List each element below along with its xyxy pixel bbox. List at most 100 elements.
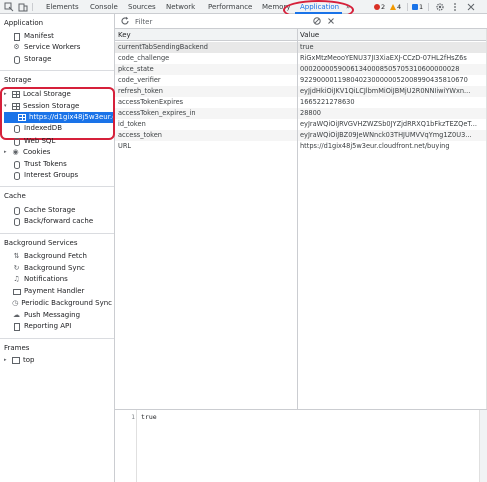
sidebar-item-back-forward-cache[interactable]: Back/forward cache	[12, 216, 112, 227]
inspect-element-icon[interactable]	[4, 2, 14, 12]
line-gutter: 1	[115, 410, 137, 482]
close-icon[interactable]	[466, 2, 476, 12]
sidebar-item-background-fetch[interactable]: ⇅ Background Fetch	[12, 251, 112, 262]
row-value: 1665221278630	[300, 98, 355, 106]
sidebar-item-label: IndexedDB	[24, 124, 62, 132]
sidebar-item-manifest[interactable]: Manifest	[12, 31, 112, 42]
sidebar-item-label: Background Fetch	[24, 252, 87, 260]
column-divider[interactable]	[297, 29, 298, 409]
database-icon	[12, 137, 21, 146]
row-key: refresh_token	[118, 87, 163, 95]
sidebar-item-label: top	[23, 356, 35, 364]
sidebar-item-push-messaging[interactable]: ☁ Push Messaging	[12, 310, 112, 321]
device-toolbar-icon[interactable]	[18, 2, 28, 12]
sidebar-item-frame-top[interactable]: ▸ top	[4, 355, 112, 366]
table-row[interactable]: accessToken_expires_in 28800	[115, 108, 487, 119]
database-icon	[12, 217, 21, 226]
table-row[interactable]: currentTabSendingBackend true	[115, 42, 487, 53]
sidebar-item-label: Cookies	[23, 148, 51, 156]
refresh-icon[interactable]	[120, 16, 130, 26]
error-icon	[374, 4, 380, 10]
tab-performance[interactable]: Performance	[208, 1, 252, 13]
sidebar-item-payment-handler[interactable]: Payment Handler	[12, 286, 112, 297]
value-preview-pane: 1 true	[115, 409, 487, 482]
sidebar-item-indexeddb[interactable]: IndexedDB	[12, 123, 112, 134]
table-row[interactable]: accessTokenExpires 1665221278630	[115, 97, 487, 108]
tab-sources[interactable]: Sources	[128, 1, 156, 13]
bell-icon: ♫	[13, 275, 20, 283]
sidebar-item-label: Manifest	[24, 32, 54, 40]
table-row[interactable]: code_challenge RiGxMtzMeooYENU37JI3XiaEX…	[115, 53, 487, 64]
table-header: Key Value	[115, 29, 487, 41]
sidebar-item-label: Cache Storage	[24, 206, 76, 214]
tab-console[interactable]: Console	[90, 1, 118, 13]
table-row[interactable]: pkce_state 00020000590061340008505705310…	[115, 64, 487, 75]
sidebar-item-reporting-api[interactable]: Reporting API	[12, 321, 112, 332]
preview-text[interactable]: true	[141, 413, 157, 421]
section-heading-frames: Frames	[4, 344, 30, 352]
sidebar-item-label: Notifications	[24, 275, 68, 283]
devtools-tabbar: Elements Console Sources Network Perform…	[0, 0, 487, 20]
sidebar-item-periodic-background-sync[interactable]: ◷ Periodic Background Sync	[12, 298, 112, 309]
sidebar-item-label: Service Workers	[24, 43, 81, 51]
column-header-value[interactable]: Value	[297, 29, 319, 41]
delete-selected-icon[interactable]	[326, 16, 336, 26]
row-value: https://d1gix48j5w3eur.cloudfront.net/bu…	[300, 142, 450, 150]
sidebar-item-label: Payment Handler	[24, 287, 85, 295]
database-icon	[12, 171, 21, 180]
sidebar-item-cache-storage[interactable]: Cache Storage	[12, 205, 112, 216]
sidebar-item-web-sql[interactable]: Web SQL	[12, 136, 112, 147]
database-icon	[12, 124, 21, 133]
sidebar-item-background-sync[interactable]: ↻ Background Sync	[12, 263, 112, 274]
row-key: id_token	[118, 120, 146, 128]
message-count: 1	[419, 3, 424, 11]
database-icon	[12, 160, 21, 169]
row-value: 00020000590061340008505705310600000028	[300, 65, 460, 73]
sidebar-item-notifications[interactable]: ♫ Notifications	[12, 274, 112, 285]
table-row[interactable]: code_verifier 92290000119804023000000520…	[115, 75, 487, 86]
section-divider	[0, 338, 114, 339]
sidebar-item-label: Web SQL	[24, 137, 56, 145]
sidebar-item-storage[interactable]: Storage	[12, 54, 112, 65]
sidebar-item-trust-tokens[interactable]: Trust Tokens	[12, 159, 112, 170]
preview-scrollbar[interactable]	[479, 410, 487, 482]
table-row[interactable]: id_token eyJraWQiOiJRVGVHZWZSb0JYZjdRRXQ…	[115, 119, 487, 130]
expand-arrow-icon[interactable]: ▸	[4, 355, 10, 366]
row-key: access_token	[118, 131, 162, 139]
sidebar-item-interest-groups[interactable]: Interest Groups	[12, 170, 112, 181]
tab-network[interactable]: Network	[166, 1, 195, 13]
clear-all-icon[interactable]	[312, 16, 322, 26]
section-divider	[0, 233, 114, 234]
tab-elements[interactable]: Elements	[46, 1, 79, 13]
row-value: eyJraWQiOiJBZ09JeWNnck03THJUMVVqYmg1Z0U3…	[300, 131, 472, 139]
section-heading-background-services: Background Services	[4, 239, 78, 247]
filter-input[interactable]	[135, 16, 335, 27]
sidebar-item-label: Trust Tokens	[24, 160, 67, 168]
sidebar-item-cookies[interactable]: ▸ ◉ Cookies	[4, 147, 112, 158]
sidebar-item-label: Reporting API	[24, 322, 72, 330]
error-count: 2	[381, 3, 386, 11]
more-options-icon[interactable]	[450, 2, 460, 12]
error-badge[interactable]: 2	[374, 2, 385, 12]
row-key: accessTokenExpires	[118, 98, 184, 106]
toolbar-divider	[407, 3, 408, 11]
section-heading-application: Application	[4, 19, 44, 27]
table-row[interactable]: refresh_token eyJjdHkiOiJKV1QiLCJlbmMiOi…	[115, 86, 487, 97]
table-row[interactable]: URL https://d1gix48j5w3eur.cloudfront.ne…	[115, 141, 487, 152]
cloud-icon: ☁	[13, 311, 20, 319]
sidebar-item-label: Push Messaging	[24, 311, 81, 319]
sync-icon: ↻	[13, 264, 20, 272]
row-key: URL	[118, 142, 132, 150]
expand-arrow-icon[interactable]: ▸	[4, 147, 10, 158]
sidebar-item-service-workers[interactable]: ⚙ Service Workers	[12, 42, 112, 53]
row-key: code_verifier	[118, 76, 161, 84]
gear-icon: ⚙	[13, 43, 20, 51]
section-heading-cache: Cache	[4, 192, 26, 200]
application-sidebar: Application Manifest ⚙ Service Workers S…	[0, 14, 118, 482]
table-row[interactable]: access_token eyJraWQiOiJBZ09JeWNnck03THJ…	[115, 130, 487, 141]
messages-badge[interactable]: 1	[412, 2, 423, 12]
warning-badge[interactable]: 4	[390, 2, 401, 12]
column-header-key[interactable]: Key	[115, 29, 131, 41]
toolbar-divider	[428, 3, 429, 11]
settings-gear-icon[interactable]	[435, 2, 445, 12]
